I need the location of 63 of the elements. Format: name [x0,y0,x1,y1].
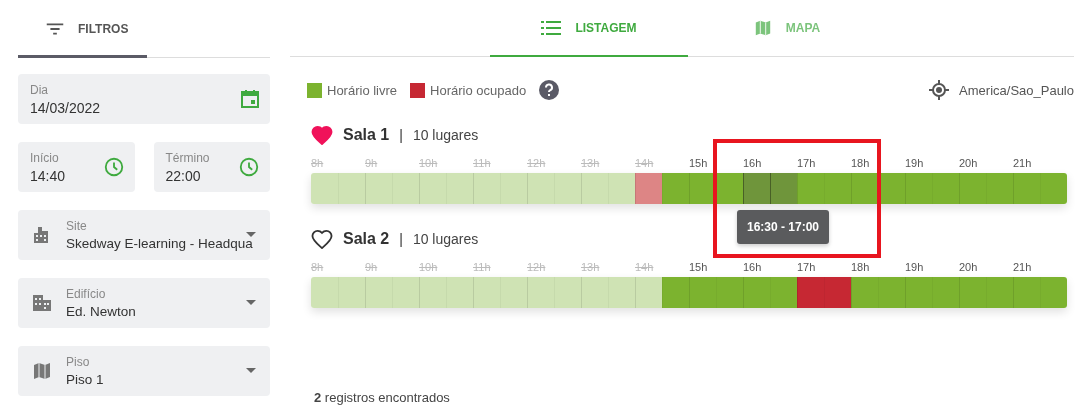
hour-label: 15h [689,157,709,171]
hour-label: 11h [473,157,492,171]
hour-label: 12h [527,157,547,171]
hour-label: 12h [527,261,547,275]
time-field[interactable]: Término 22:00 [153,142,270,192]
time-slot[interactable] [770,173,797,204]
hour-label: 16h [743,261,763,275]
time-slot[interactable] [311,173,338,204]
legend-label: Horário livre [327,82,398,98]
hour-label: 15h [689,261,709,275]
time-slot[interactable] [311,277,338,308]
hour-label: 17h [797,261,817,275]
hour-label: 13h [581,157,601,171]
select-field[interactable]: Edifício Ed. Newton [18,278,270,328]
caret-icon [246,300,256,305]
select-field[interactable]: Piso Piso 1 [18,346,270,396]
hour-label: 11h [473,261,492,275]
timezone-label: America/Sao_Paulo [959,82,1074,98]
hour-label: 14h [635,261,655,275]
building-icon [32,293,52,313]
hour-label: 21h [1013,157,1033,171]
clock-icon [102,156,125,178]
location-target-icon[interactable] [929,80,950,100]
room-name: Sala 2 [343,230,390,248]
hour-label: 20h [959,157,979,171]
map-icon [753,18,772,37]
hour-label: 8h [311,157,325,171]
hour-label: 9h [365,157,379,171]
caret-icon [246,368,256,373]
hour-label: 13h [581,261,601,275]
hour-label: 19h [905,157,925,171]
hour-label: 17h [797,157,817,171]
hour-label: 18h [851,261,871,275]
room-capacity: 10 lugares [412,127,479,143]
date-field[interactable]: Dia 14/03/2022 [18,74,270,124]
map-icon [32,361,52,381]
separator: | [399,231,403,247]
hour-label: 20h [959,261,979,275]
tooltip: 16:30 - 17:00 [737,210,830,244]
hour-label: 14h [635,157,655,171]
help-icon[interactable] [539,80,560,100]
heart-icon[interactable] [311,229,333,249]
filters-tab[interactable]: FILTROS [18,2,147,58]
hour-label: 10h [419,157,439,171]
separator: | [399,127,403,143]
legend-label: Horário ocupado [430,82,527,98]
hour-label: 21h [1013,261,1033,275]
calendar-icon [240,89,260,109]
time-field[interactable]: Início 14:40 [18,142,135,192]
records-count: 2 registros encontrados [313,390,451,406]
room-capacity: 10 lugares [412,231,479,247]
time-slot[interactable] [743,173,770,204]
caret-icon [246,232,256,237]
hour-label: 10h [419,261,439,275]
select-field[interactable]: Site Skedway E-learning - Headqua [18,210,270,260]
hour-label: 8h [311,261,325,275]
list-icon [541,20,562,35]
clock-icon [238,156,260,178]
hour-label: 9h [365,261,379,275]
hour-label: 16h [743,157,763,171]
hour-label: 19h [905,261,925,275]
hour-label: 18h [851,157,871,171]
room-name: Sala 1 [343,126,390,144]
